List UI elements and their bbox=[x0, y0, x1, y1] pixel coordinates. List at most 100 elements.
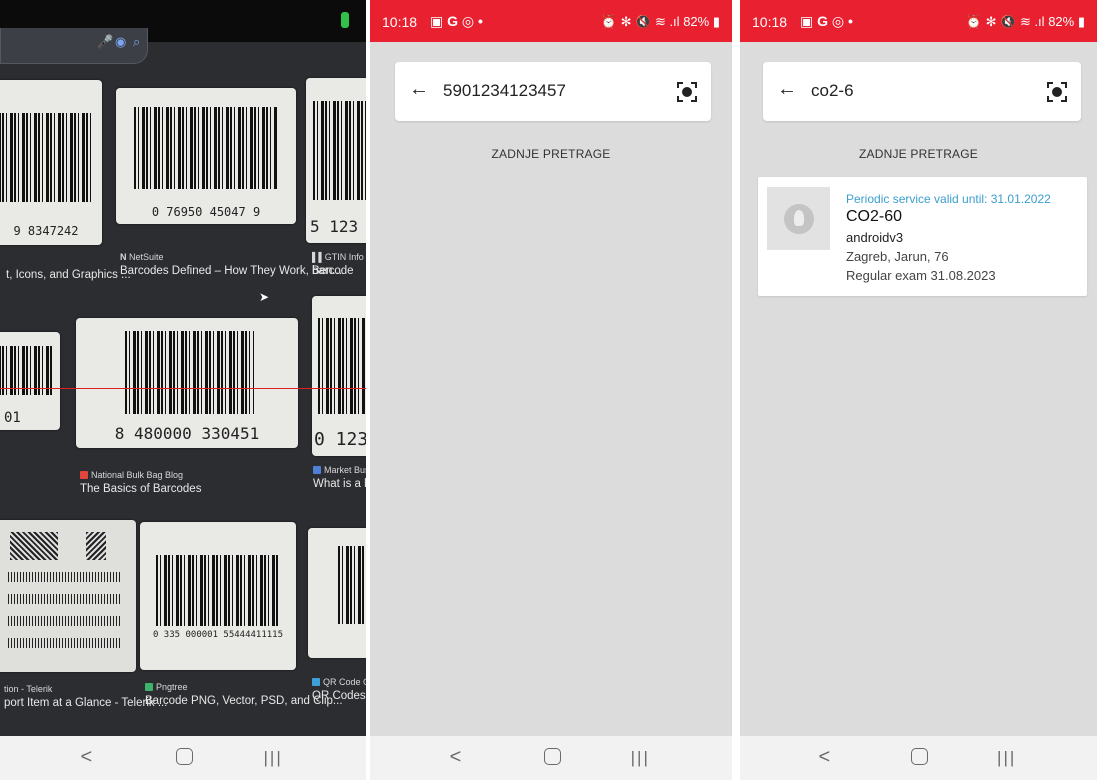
result-meta: N NetSuite Barcodes Defined – How They W… bbox=[120, 252, 342, 277]
status-icons: ⏰ ✻ 🔇 ≋ .ıl bbox=[600, 14, 680, 29]
search-icon: ⌕ bbox=[133, 34, 141, 49]
battery-icon bbox=[341, 12, 349, 28]
nav-bar: < ||| bbox=[0, 736, 366, 780]
result-meta: t, Icons, and Graphics ... bbox=[6, 266, 131, 281]
search-bar[interactable]: ← co2-6 bbox=[763, 62, 1081, 121]
status-bar: 10:18 ▣ G ◎ • ⏰ ✻ 🔇 ≋ .ıl 82% ▮ bbox=[370, 0, 732, 42]
recent-searches-heading: ZADNJE PRETRAGE bbox=[858, 147, 978, 161]
search-input[interactable]: 5901234123457 bbox=[443, 81, 566, 101]
battery-icon: ▮ bbox=[1077, 14, 1085, 29]
barcode-number: 0 335 000001 55444411115 bbox=[152, 630, 284, 641]
nav-bar: < ||| bbox=[740, 736, 1097, 780]
battery-icon: ▮ bbox=[712, 14, 720, 29]
qr-site-logo-icon bbox=[312, 678, 320, 686]
gtin-logo-icon: ▌▌ bbox=[312, 252, 325, 262]
barcode-card: 01 bbox=[0, 332, 60, 430]
nav-bar: < ||| bbox=[370, 736, 732, 780]
barcode-number: 8 480000 330451 bbox=[114, 423, 260, 443]
search-results-screen: 10:18 ▣ G ◎ • ⏰ ✻ 🔇 ≋ .ıl 82% ▮ ← co2-6 … bbox=[740, 0, 1097, 780]
nav-back-icon[interactable]: < bbox=[81, 746, 93, 769]
pngtree-logo-icon bbox=[145, 683, 153, 691]
status-bar: 10:18 ▣ G ◎ • ⏰ ✻ 🔇 ≋ .ıl 82% ▮ bbox=[740, 0, 1097, 42]
device-owner: androidv3 bbox=[846, 230, 904, 245]
result-source: tion - Telerik bbox=[4, 684, 53, 694]
nav-back-icon[interactable]: < bbox=[450, 746, 462, 769]
scan-barcode-icon[interactable] bbox=[677, 82, 697, 102]
battery-level: 82% bbox=[683, 14, 710, 29]
barcode-card: 0 123 bbox=[312, 296, 366, 456]
barcode-number: 01 bbox=[4, 410, 21, 427]
blog-logo-icon bbox=[80, 471, 88, 479]
barcode-grid bbox=[8, 572, 120, 660]
browser-toolbar: 🎤 ◉ ⌕ bbox=[0, 28, 148, 64]
barcode-card bbox=[308, 528, 366, 658]
nav-recents-icon[interactable]: ||| bbox=[997, 748, 1016, 768]
result-title: port Item at a Glance - Telerik ... bbox=[4, 697, 168, 709]
notification-icons: ▣ G ◎ • bbox=[800, 13, 853, 29]
nav-back-icon[interactable]: < bbox=[819, 746, 831, 769]
fire-extinguisher-icon bbox=[784, 204, 814, 234]
result-card[interactable]: Periodic service valid until: 31.01.2022… bbox=[758, 177, 1087, 296]
device-address: Zagreb, Jarun, 76 bbox=[846, 249, 949, 264]
nav-home-icon[interactable] bbox=[543, 748, 561, 765]
result-title: What is a bar bbox=[313, 478, 366, 490]
barcode-card: 5 123 bbox=[306, 78, 366, 243]
result-meta: Market Busin What is a bar bbox=[313, 465, 366, 490]
scan-barcode-icon[interactable] bbox=[1047, 82, 1067, 102]
status-right: ⏰ ✻ 🔇 ≋ .ıl 82% ▮ bbox=[966, 14, 1085, 30]
barcode-number: 0 123 bbox=[314, 428, 366, 450]
search-input[interactable]: co2-6 bbox=[811, 81, 854, 101]
notification-icons: ▣ G ◎ • bbox=[430, 13, 483, 29]
result-source: GTIN Info bbox=[324, 252, 364, 262]
result-meta: National Bulk Bag Blog The Basics of Bar… bbox=[80, 470, 201, 495]
result-source: National Bulk Bag Blog bbox=[91, 470, 184, 480]
device-name: CO2-60 bbox=[846, 208, 903, 225]
result-title: barcode bbox=[312, 265, 354, 277]
result-title: Barcodes Defined – How They Work, Ben... bbox=[120, 265, 343, 277]
status-time: 10:18 bbox=[382, 14, 418, 30]
service-validity: Periodic service valid until: 31.01.2022 bbox=[846, 192, 1051, 206]
result-meta: tion - Telerik port Item at a Glance - T… bbox=[4, 684, 167, 709]
barcode-card: 9 8347242 bbox=[0, 80, 102, 245]
back-arrow-icon[interactable]: ← bbox=[409, 78, 429, 101]
back-arrow-icon[interactable]: ← bbox=[777, 78, 797, 101]
mic-icon: 🎤 bbox=[97, 34, 114, 49]
result-meta: ▌▌GTIN Info barcode bbox=[312, 252, 364, 277]
exam-date: Regular exam 31.08.2023 bbox=[846, 268, 996, 283]
search-screen: 10:18 ▣ G ◎ • ⏰ ✻ 🔇 ≋ .ıl 82% ▮ ← 590123… bbox=[370, 0, 732, 780]
result-source: Market Busin bbox=[324, 465, 366, 475]
result-source: NetSuite bbox=[129, 252, 164, 262]
site-logo-icon bbox=[313, 466, 321, 474]
qr-code bbox=[10, 532, 58, 560]
barcode-number: 5 123 bbox=[310, 217, 359, 237]
barcode-card: 8 480000 330451 bbox=[76, 318, 298, 448]
recent-searches-heading: ZADNJE PRETRAGE bbox=[491, 147, 611, 161]
nav-recents-icon[interactable]: ||| bbox=[264, 748, 283, 768]
nav-home-icon[interactable] bbox=[175, 748, 193, 765]
nav-recents-icon[interactable]: ||| bbox=[631, 748, 650, 768]
mouse-cursor-icon: ➤ bbox=[259, 290, 270, 304]
extinguisher-thumbnail bbox=[767, 187, 830, 250]
nav-home-icon[interactable] bbox=[911, 748, 929, 765]
barcode-number: 9 8347242 bbox=[13, 224, 79, 239]
result-title: The Basics of Barcodes bbox=[80, 483, 202, 495]
scan-line bbox=[0, 388, 366, 389]
camera-preview[interactable]: 🎤 ◉ ⌕ 9 8347242 0 76950 45047 9 5 123 t,… bbox=[0, 0, 366, 780]
result-source: Pngtree bbox=[156, 682, 188, 692]
status-time: 10:18 bbox=[752, 14, 788, 30]
battery-level: 82% bbox=[1048, 14, 1075, 29]
lens-icon: ◉ bbox=[115, 34, 127, 49]
barcode-sheet-card bbox=[0, 520, 136, 672]
barcode-card: 0 76950 45047 9 bbox=[116, 88, 296, 224]
status-icons: ⏰ ✻ 🔇 ≋ .ıl bbox=[965, 14, 1045, 29]
barcode-card: 0 335 000001 55444411115 bbox=[140, 522, 296, 670]
qr-code bbox=[86, 532, 106, 560]
search-bar[interactable]: ← 5901234123457 bbox=[395, 62, 711, 121]
netsuite-logo-icon: N bbox=[120, 252, 129, 262]
status-right: ⏰ ✻ 🔇 ≋ .ıl 82% ▮ bbox=[601, 14, 720, 30]
result-source: QR Code Gen bbox=[323, 677, 366, 687]
result-title: t, Icons, and Graphics ... bbox=[6, 269, 131, 281]
barcode-number: 0 76950 45047 9 bbox=[151, 204, 261, 219]
result-meta: QR Code Gen QR Codes vs bbox=[312, 677, 366, 702]
result-title: QR Codes vs bbox=[312, 690, 366, 702]
